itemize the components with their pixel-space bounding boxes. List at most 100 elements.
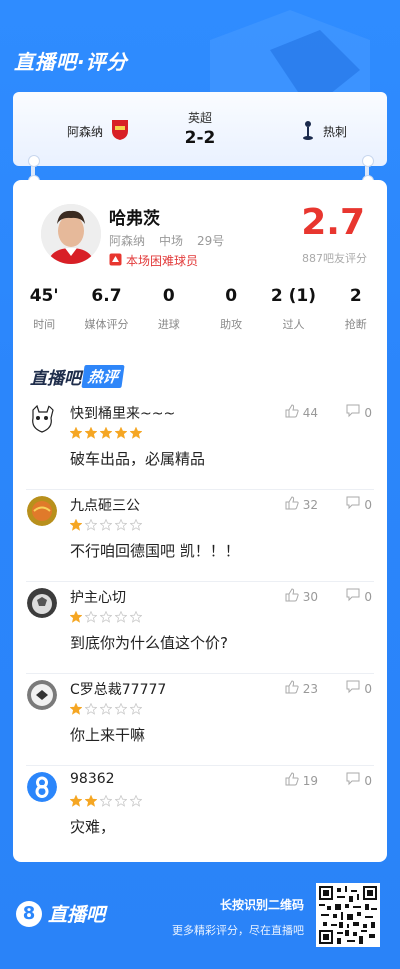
- reply-count: 0: [364, 773, 372, 788]
- star-empty-icon: [130, 795, 142, 807]
- star-empty-icon: [115, 795, 127, 807]
- reply-button[interactable]: 0: [346, 404, 372, 421]
- star-empty-icon: [130, 519, 142, 531]
- away-team-name: 热刺: [322, 125, 347, 139]
- player-name: 哈弗茨: [109, 209, 160, 229]
- player-rating-card: 哈弗茨 阿森纳 中场 29号 本场困难球员 2.7 887吧友评分 45' 时间 …: [13, 180, 387, 862]
- star-empty-icon: [85, 703, 97, 715]
- player-badge: 本场困难球员: [109, 252, 198, 269]
- page-title: 直播吧·评分: [14, 50, 128, 74]
- comment-username[interactable]: 九点砸三公: [70, 495, 140, 515]
- comment-username[interactable]: 快到桶里来~~~: [70, 403, 175, 423]
- rating-count: 887吧友评分: [302, 252, 367, 265]
- reply-button[interactable]: 0: [346, 588, 372, 605]
- qr-code[interactable]: [316, 883, 380, 947]
- badge-label: 本场困难球员: [126, 254, 199, 268]
- thumbs-up-icon: [285, 588, 299, 605]
- stat-label: 抢断: [344, 318, 367, 331]
- comment-username[interactable]: 护主心切: [70, 587, 126, 607]
- reply-button[interactable]: 0: [346, 680, 372, 697]
- thumbs-up-icon: [285, 496, 299, 513]
- stat-label: 助攻: [220, 318, 243, 331]
- player-avatar: [41, 204, 101, 264]
- like-button[interactable]: 19: [285, 772, 318, 789]
- player-meta: 阿森纳 中场 29号: [109, 232, 224, 249]
- hot-title-brand: 直播吧: [30, 369, 81, 389]
- user-avatar[interactable]: [27, 588, 57, 618]
- star-empty-icon: [115, 703, 127, 715]
- star-filled-icon: [70, 611, 82, 623]
- comment-bubble-icon: [346, 496, 360, 513]
- qr-title: 长按识别二维码: [219, 898, 304, 912]
- user-avatar[interactable]: [27, 680, 57, 710]
- like-count: 23: [302, 681, 318, 696]
- stat-value: 45': [29, 286, 59, 306]
- reply-count: 0: [364, 405, 372, 420]
- star-empty-icon: [85, 611, 97, 623]
- comment-star-rating: [70, 611, 142, 623]
- comment-star-rating: [70, 795, 142, 807]
- comment-username[interactable]: 98362: [70, 771, 115, 787]
- comment-text: 不行咱回德国吧 凯！！！: [70, 542, 240, 560]
- user-avatar[interactable]: [27, 496, 57, 526]
- comment-item: 98362 灾难， 19 0: [26, 766, 374, 858]
- star-empty-icon: [100, 611, 112, 623]
- user-avatar[interactable]: [27, 404, 57, 434]
- thumbs-up-icon: [285, 772, 299, 789]
- comment-bubble-icon: [346, 680, 360, 697]
- star-filled-icon: [70, 519, 82, 531]
- comment-star-rating: [70, 519, 142, 531]
- star-empty-icon: [130, 611, 142, 623]
- star-filled-icon: [85, 427, 97, 439]
- stat-label: 进球: [157, 318, 180, 331]
- footer-brand: 8 直播吧: [16, 900, 105, 927]
- like-button[interactable]: 23: [285, 680, 318, 697]
- reply-count: 0: [364, 681, 372, 696]
- stat-value: 6.7: [91, 286, 122, 306]
- stat-value: 2: [349, 286, 362, 306]
- comment-text: 你上来干嘛: [70, 726, 146, 744]
- star-empty-icon: [115, 611, 127, 623]
- comment-item: 九点砸三公 不行咱回德国吧 凯！！！ 32 0: [26, 490, 374, 582]
- reply-count: 0: [364, 497, 372, 512]
- player-stats: 45' 时间 6.7 媒体评分 0 进球 0 助攻 2 (1) 过人 2 抢断: [13, 286, 387, 332]
- comment-text: 到底你为什么值这个价?: [70, 634, 228, 652]
- star-filled-icon: [70, 795, 82, 807]
- stat-value: 0: [225, 286, 238, 306]
- comment-text: 灾难，: [70, 818, 116, 836]
- reply-button[interactable]: 0: [346, 772, 372, 789]
- comment-text: 破车出品，必属精品: [70, 450, 206, 468]
- comment-username[interactable]: C罗总裁77777: [70, 679, 166, 699]
- stat-item: 0 助攻: [200, 286, 262, 332]
- star-empty-icon: [100, 795, 112, 807]
- stat-item: 6.7 媒体评分: [75, 286, 137, 332]
- badge-icon: [109, 253, 122, 269]
- reply-button[interactable]: 0: [346, 496, 372, 513]
- comment-bubble-icon: [346, 772, 360, 789]
- user-avatar[interactable]: [27, 772, 57, 802]
- like-button[interactable]: 44: [285, 404, 318, 421]
- comment-bubble-icon: [346, 404, 360, 421]
- star-filled-icon: [130, 427, 142, 439]
- stat-item: 0 进球: [138, 286, 200, 332]
- qr-subtitle: 更多精彩评分，尽在直播吧: [172, 924, 304, 937]
- match-card: 阿森纳 英超 2-2 热刺: [13, 92, 387, 166]
- comment-item: 护主心切 到底你为什么值这个价? 30 0: [26, 582, 374, 674]
- comment-star-rating: [70, 703, 142, 715]
- player-number: 29号: [197, 234, 225, 248]
- like-count: 32: [302, 497, 318, 512]
- player-position: 中场: [159, 234, 184, 248]
- like-button[interactable]: 30: [285, 588, 318, 605]
- like-button[interactable]: 32: [285, 496, 318, 513]
- comment-item: C罗总裁77777 你上来干嘛 23 0: [26, 674, 374, 766]
- star-filled-icon: [115, 427, 127, 439]
- comment-star-rating: [70, 427, 142, 439]
- comment-list: 快到桶里来~~~ 破车出品，必属精品 44 0 九点砸三公 不行咱回德国吧 凯！…: [13, 398, 387, 858]
- star-filled-icon: [70, 703, 82, 715]
- hot-comments-title: 直播吧 热评: [30, 364, 125, 389]
- like-count: 19: [302, 773, 318, 788]
- star-empty-icon: [100, 703, 112, 715]
- like-count: 30: [302, 589, 318, 604]
- thumbs-up-icon: [285, 404, 299, 421]
- thumbs-up-icon: [285, 680, 299, 697]
